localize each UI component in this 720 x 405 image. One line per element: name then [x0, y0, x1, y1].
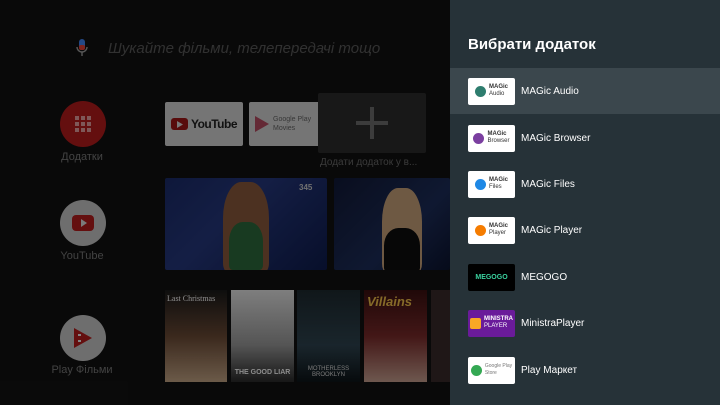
app-icon-text-line: MEGOGO [475, 273, 508, 281]
app-item[interactable]: MAGic Player MAGic Player [450, 207, 720, 253]
app-icon-text: MAGic Files [489, 177, 508, 191]
youtube-play-icon[interactable] [60, 200, 106, 246]
app-icon-text-line: MAGic [488, 223, 508, 229]
search-bar[interactable]: Шукайте фільми, телепередачі тощо [72, 36, 380, 60]
app-icon-text-line: MAGic [488, 177, 508, 183]
app-icon-text: MAGic Player [489, 223, 508, 237]
row-label-youtube: YouTube [60, 250, 104, 262]
app-name: MinistraPlayer [521, 317, 585, 329]
app-name: MAGic Audio [521, 85, 579, 97]
magic-audio-icon: MAGic Audio [468, 77, 515, 105]
google-play-movies-tile[interactable]: Google Play Movies [249, 102, 323, 146]
row-label-apps: Додатки [61, 151, 103, 163]
app-icon-text-line: Files [488, 184, 502, 190]
magic-player-icon: MAGic Player [468, 216, 515, 244]
app-item[interactable]: MINISTRA PLAYER MinistraPlayer [450, 300, 720, 346]
video-thumbnail[interactable]: 345 [165, 178, 327, 270]
search-placeholder[interactable]: Шукайте фільми, телепередачі тощо [108, 40, 380, 57]
app-name: MAGic Browser [521, 132, 591, 144]
app-icon-text-line: PLAYER [484, 323, 508, 329]
movie-poster[interactable] [431, 290, 450, 382]
app-icon-text-line: Browser [487, 138, 510, 144]
app-icon-text: MAGic Audio [489, 84, 508, 98]
poster-title: MOTHERLESS BROOKLYN [307, 366, 350, 378]
app-name: MAGic Player [521, 224, 583, 236]
app-name: MEGOGO [521, 271, 568, 283]
app-item[interactable]: MEGOGO MEGOGO [450, 254, 720, 300]
app-logo-mark [474, 224, 486, 236]
youtube-logo-icon [170, 118, 188, 130]
singer-dress [384, 228, 420, 270]
movies-label: Movies [273, 125, 296, 132]
app-icon-text-line: Store [484, 370, 497, 376]
google-play-label: Google Play [273, 116, 312, 123]
app-item[interactable]: MAGic Audio MAGic Audio [450, 68, 720, 114]
ministra-player-icon: MINISTRA PLAYER [468, 309, 515, 337]
apps-grid-icon[interactable] [60, 101, 106, 147]
app-name: Play Маркет [521, 364, 578, 376]
movie-poster[interactable]: Villains [364, 290, 427, 382]
app-icon-text: MEGOGO [475, 274, 507, 281]
app-icon-text-line: MINISTRA [484, 316, 513, 322]
movie-poster[interactable]: Last Christmas [165, 290, 227, 382]
play-movies-icon[interactable] [60, 315, 106, 361]
channel-tag: 345 [299, 183, 313, 192]
plus-icon [356, 107, 388, 139]
magic-files-icon: MAGic Files [468, 170, 515, 198]
app-logo-mark [474, 85, 486, 97]
video-thumbnail[interactable] [334, 178, 450, 270]
app-icon-text: MAGic Browser [487, 131, 509, 145]
megogo-icon: MEGOGO [468, 263, 515, 291]
movie-poster[interactable]: MOTHERLESS BROOKLYN [297, 290, 360, 382]
home-screen: Шукайте фільми, телепередачі тощо Додатк… [0, 0, 450, 405]
panel-title: Вибрати додаток [468, 36, 596, 53]
youtube-app-tile[interactable]: YouTube [165, 102, 243, 146]
app-icon-text-line: MAGic [488, 84, 508, 90]
app-logo-mark [474, 178, 486, 190]
singer-dress [229, 222, 263, 270]
app-logo-mark [470, 364, 482, 376]
app-icon-text-line: MAGic [487, 131, 507, 137]
poster-title: Villains [367, 294, 413, 309]
app-icon-text-line: Audio [488, 91, 505, 97]
row-label-play-movies: Play Фільми [51, 364, 113, 376]
poster-title: Last Christmas [167, 294, 216, 303]
app-icon-text-line: Google Play [484, 363, 513, 369]
add-app-tile[interactable] [318, 93, 426, 153]
play-movies-logo-icon [255, 116, 269, 132]
app-item[interactable]: MAGic Files MAGic Files [450, 161, 720, 207]
app-logo-mark [473, 132, 485, 144]
microphone-icon[interactable] [72, 37, 92, 59]
app-name: MAGic Files [521, 178, 575, 190]
add-app-label: Додати додаток у в... [320, 157, 418, 168]
app-icon-text-line: Player [488, 230, 506, 236]
app-item[interactable]: Google Play Store Play Маркет [450, 347, 720, 393]
app-logo-mark [470, 317, 481, 329]
app-icon-text: Google Play Store [485, 363, 512, 377]
choose-app-panel: Вибрати додаток MAGic Audio MAGic Audio MAG… [450, 0, 720, 405]
movie-poster[interactable]: THE GOOD LIAR [231, 290, 294, 382]
magic-browser-icon: MAGic Browser [468, 124, 515, 152]
youtube-tile-label: YouTube [190, 117, 238, 131]
app-item[interactable]: MAGic Browser MAGic Browser [450, 115, 720, 161]
app-icon-text: MINISTRA PLAYER [484, 316, 513, 330]
poster-title: THE GOOD LIAR [234, 369, 291, 376]
play-store-icon: Google Play Store [468, 356, 515, 384]
